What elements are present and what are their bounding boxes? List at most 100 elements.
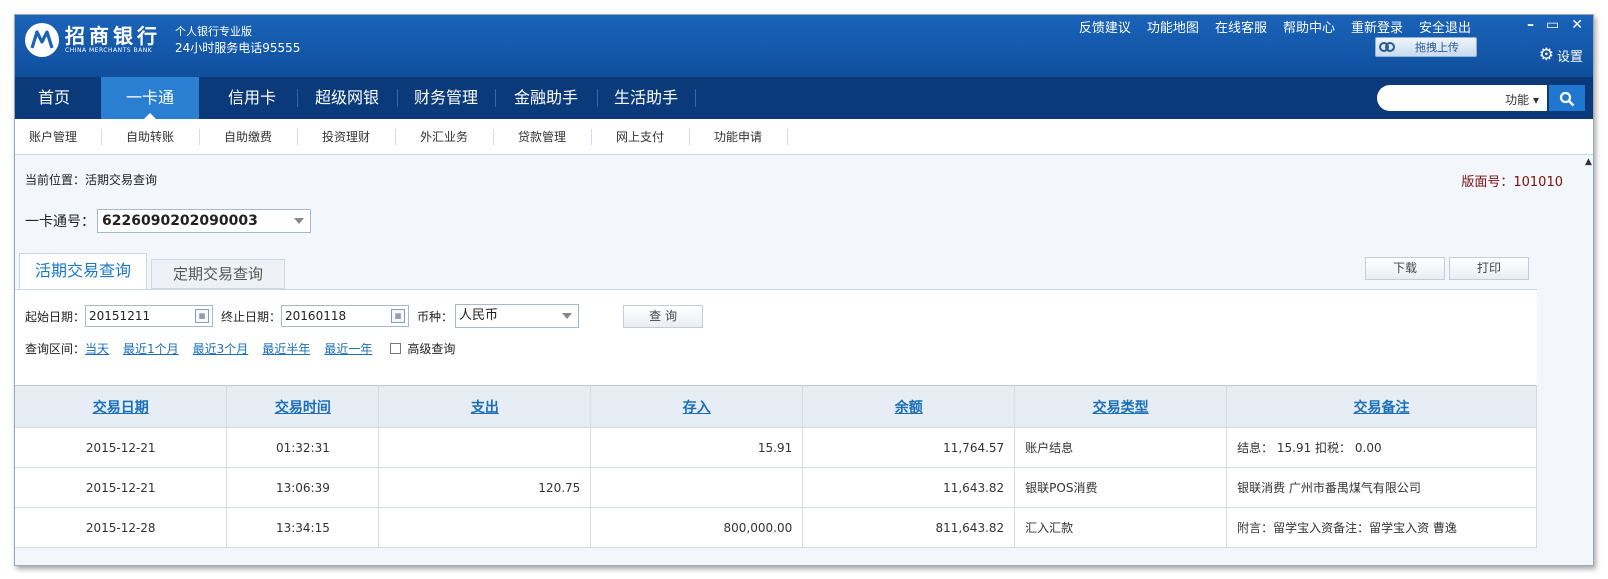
range-label: 查询区间：	[25, 342, 86, 356]
bank-name-en: CHINA MERCHANTS BANK	[65, 47, 153, 54]
advanced-query-checkbox[interactable]	[390, 343, 402, 354]
top-link-feedback[interactable]: 反馈建议	[1079, 17, 1131, 36]
query-panel: 起始日期： 20151211 ▦ 终止日期： 20160118 ▦ 币种： 人民…	[15, 289, 1537, 385]
nav-super-ebank[interactable]: 超级网银	[301, 77, 393, 119]
column-header-type[interactable]: 交易类型	[1014, 385, 1228, 428]
card-selector-row: 一卡通号： 6226090202090003	[25, 209, 311, 233]
cell-time: 13:06:39	[226, 467, 380, 508]
subnav-account-management[interactable]: 账户管理	[15, 119, 91, 155]
range-half-year-link[interactable]: 最近半年	[262, 340, 310, 357]
settings-button[interactable]: ⚙ 设置	[1539, 45, 1583, 65]
column-header-date[interactable]: 交易日期	[15, 385, 228, 428]
column-header-balance[interactable]: 余额	[802, 385, 1016, 428]
minimize-icon[interactable]: –	[1527, 17, 1534, 33]
cell-time: 01:32:31	[226, 427, 380, 468]
cell-type: 汇入汇款	[1014, 507, 1228, 548]
table-row: 2015-12-28 13:34:15 800,000.00 811,643.8…	[15, 507, 1537, 548]
subnav-forex[interactable]: 外汇业务	[399, 119, 489, 155]
cell-date: 2015-12-21	[15, 427, 228, 468]
nav-one-card-label: 一卡通	[125, 88, 174, 107]
cell-expense: 120.75	[378, 467, 592, 508]
main-nav: 首页 一卡通 信用卡 超级网银 财务管理 金融助手 生活助手 功能 ▾	[15, 77, 1593, 119]
nav-one-card[interactable]: 一卡通	[101, 77, 199, 119]
end-date-label: 终止日期：	[221, 309, 282, 324]
range-3-months-link[interactable]: 最近3个月	[193, 340, 249, 357]
column-header-note[interactable]: 交易备注	[1226, 385, 1537, 428]
maximize-icon[interactable]: ▭	[1546, 17, 1559, 33]
top-link-function-map[interactable]: 功能地图	[1147, 17, 1199, 36]
subnav-self-transfer[interactable]: 自助转账	[105, 119, 195, 155]
column-header-time[interactable]: 交易时间	[226, 385, 380, 428]
cell-deposit: 800,000.00	[590, 507, 804, 548]
tab-fixed-deposit-query[interactable]: 定期交易查询	[151, 259, 285, 289]
search-button[interactable]	[1549, 85, 1585, 111]
gear-icon: ⚙	[1538, 45, 1554, 65]
tab-current-account-query[interactable]: 活期交易查询	[19, 253, 147, 289]
app-window: 招商银行 CHINA MERCHANTS BANK 个人银行专业版 24小时服务…	[14, 14, 1594, 566]
nav-finance-assistant[interactable]: 金融助手	[499, 77, 593, 119]
download-button[interactable]: 下载	[1365, 257, 1445, 280]
cell-type: 账户结息	[1014, 427, 1228, 468]
top-link-relogin[interactable]: 重新登录	[1351, 17, 1403, 36]
advanced-query-label: 高级查询	[407, 342, 456, 356]
nav-finance-management[interactable]: 财务管理	[401, 77, 491, 119]
cell-note: 银联消费 广州市番禺煤气有限公司	[1226, 467, 1537, 508]
table-row: 2015-12-21 01:32:31 15.91 11,764.57 账户结息…	[15, 427, 1537, 468]
window-controls: – ▭ ✕	[1515, 17, 1583, 33]
search-mode-select[interactable]: 功能 ▾	[1505, 91, 1539, 108]
subnav-loan-management[interactable]: 贷款管理	[497, 119, 587, 155]
cell-balance: 811,643.82	[802, 507, 1016, 548]
nav-life-assistant[interactable]: 生活助手	[601, 77, 691, 119]
scroll-arrow-icon[interactable]: ▲	[1585, 157, 1593, 167]
currency-label: 币种：	[417, 309, 454, 324]
cell-date: 2015-12-21	[15, 467, 228, 508]
cell-date: 2015-12-28	[15, 507, 228, 548]
nav-home[interactable]: 首页	[15, 77, 93, 119]
bank-name-cn: 招商银行	[65, 24, 161, 48]
currency-select[interactable]: 人民币	[455, 304, 580, 328]
end-date-input[interactable]: 20160118 ▦	[281, 305, 410, 327]
nav-credit-card[interactable]: 信用卡	[211, 77, 293, 119]
transactions-table: 交易日期 交易时间 支出 存入 余额 交易类型 交易备注 2015-12-21 …	[15, 385, 1537, 548]
calendar-icon[interactable]: ▦	[195, 309, 210, 323]
range-today-link[interactable]: 当天	[85, 340, 109, 357]
subnav-investment[interactable]: 投资理财	[301, 119, 391, 155]
top-link-online-service[interactable]: 在线客服	[1215, 17, 1267, 36]
top-link-logout[interactable]: 安全退出	[1419, 17, 1471, 36]
top-links: 反馈建议 功能地图 在线客服 帮助中心 重新登录 安全退出	[1063, 17, 1471, 36]
breadcrumb: 当前位置：活期交易查询	[25, 173, 158, 187]
column-header-deposit[interactable]: 存入	[590, 385, 804, 428]
cell-expense	[378, 507, 592, 548]
range-1-month-link[interactable]: 最近1个月	[123, 340, 179, 357]
query-button[interactable]: 查 询	[623, 304, 704, 328]
chevron-down-icon	[562, 313, 573, 319]
card-number-select[interactable]: 6226090202090003	[97, 209, 311, 233]
start-date-input[interactable]: 20151211 ▦	[85, 305, 214, 327]
cell-deposit: 15.91	[590, 427, 804, 468]
subnav-online-payment[interactable]: 网上支付	[595, 119, 685, 155]
top-link-help-center[interactable]: 帮助中心	[1283, 17, 1335, 36]
subnav-function-apply[interactable]: 功能申请	[693, 119, 783, 155]
column-header-expense[interactable]: 支出	[378, 385, 592, 428]
bank-logo: 招商银行 CHINA MERCHANTS BANK 个人银行专业版 24小时服务…	[25, 23, 300, 57]
drag-upload-button[interactable]: 拖拽上传	[1375, 37, 1477, 57]
range-1-year-link[interactable]: 最近一年	[324, 340, 372, 357]
chevron-down-icon	[294, 218, 304, 224]
close-icon[interactable]: ✕	[1571, 17, 1583, 33]
card-label: 一卡通号：	[25, 214, 95, 230]
print-button[interactable]: 打印	[1449, 257, 1529, 280]
calendar-icon[interactable]: ▦	[391, 309, 406, 323]
version-number: 版面号：101010	[1461, 175, 1563, 190]
search-icon	[1559, 91, 1575, 106]
edition-label: 个人银行专业版	[175, 25, 252, 38]
link-upload-icon	[1376, 38, 1398, 56]
search-input[interactable]: 功能 ▾	[1377, 85, 1547, 111]
sub-nav: 账户管理 自助转账 自助缴费 投资理财 外汇业务 贷款管理 网上支付 功能申请	[15, 119, 1593, 155]
subnav-self-payment[interactable]: 自助缴费	[203, 119, 293, 155]
app-header: 招商银行 CHINA MERCHANTS BANK 个人银行专业版 24小时服务…	[15, 15, 1593, 77]
cell-note: 附言：留学宝入资备注：留学宝入资 曹逸	[1226, 507, 1537, 548]
hotline-label: 24小时服务电话95555	[175, 41, 301, 55]
cell-balance: 11,764.57	[802, 427, 1016, 468]
cell-time: 13:34:15	[226, 507, 380, 548]
settings-label: 设置	[1556, 49, 1583, 65]
